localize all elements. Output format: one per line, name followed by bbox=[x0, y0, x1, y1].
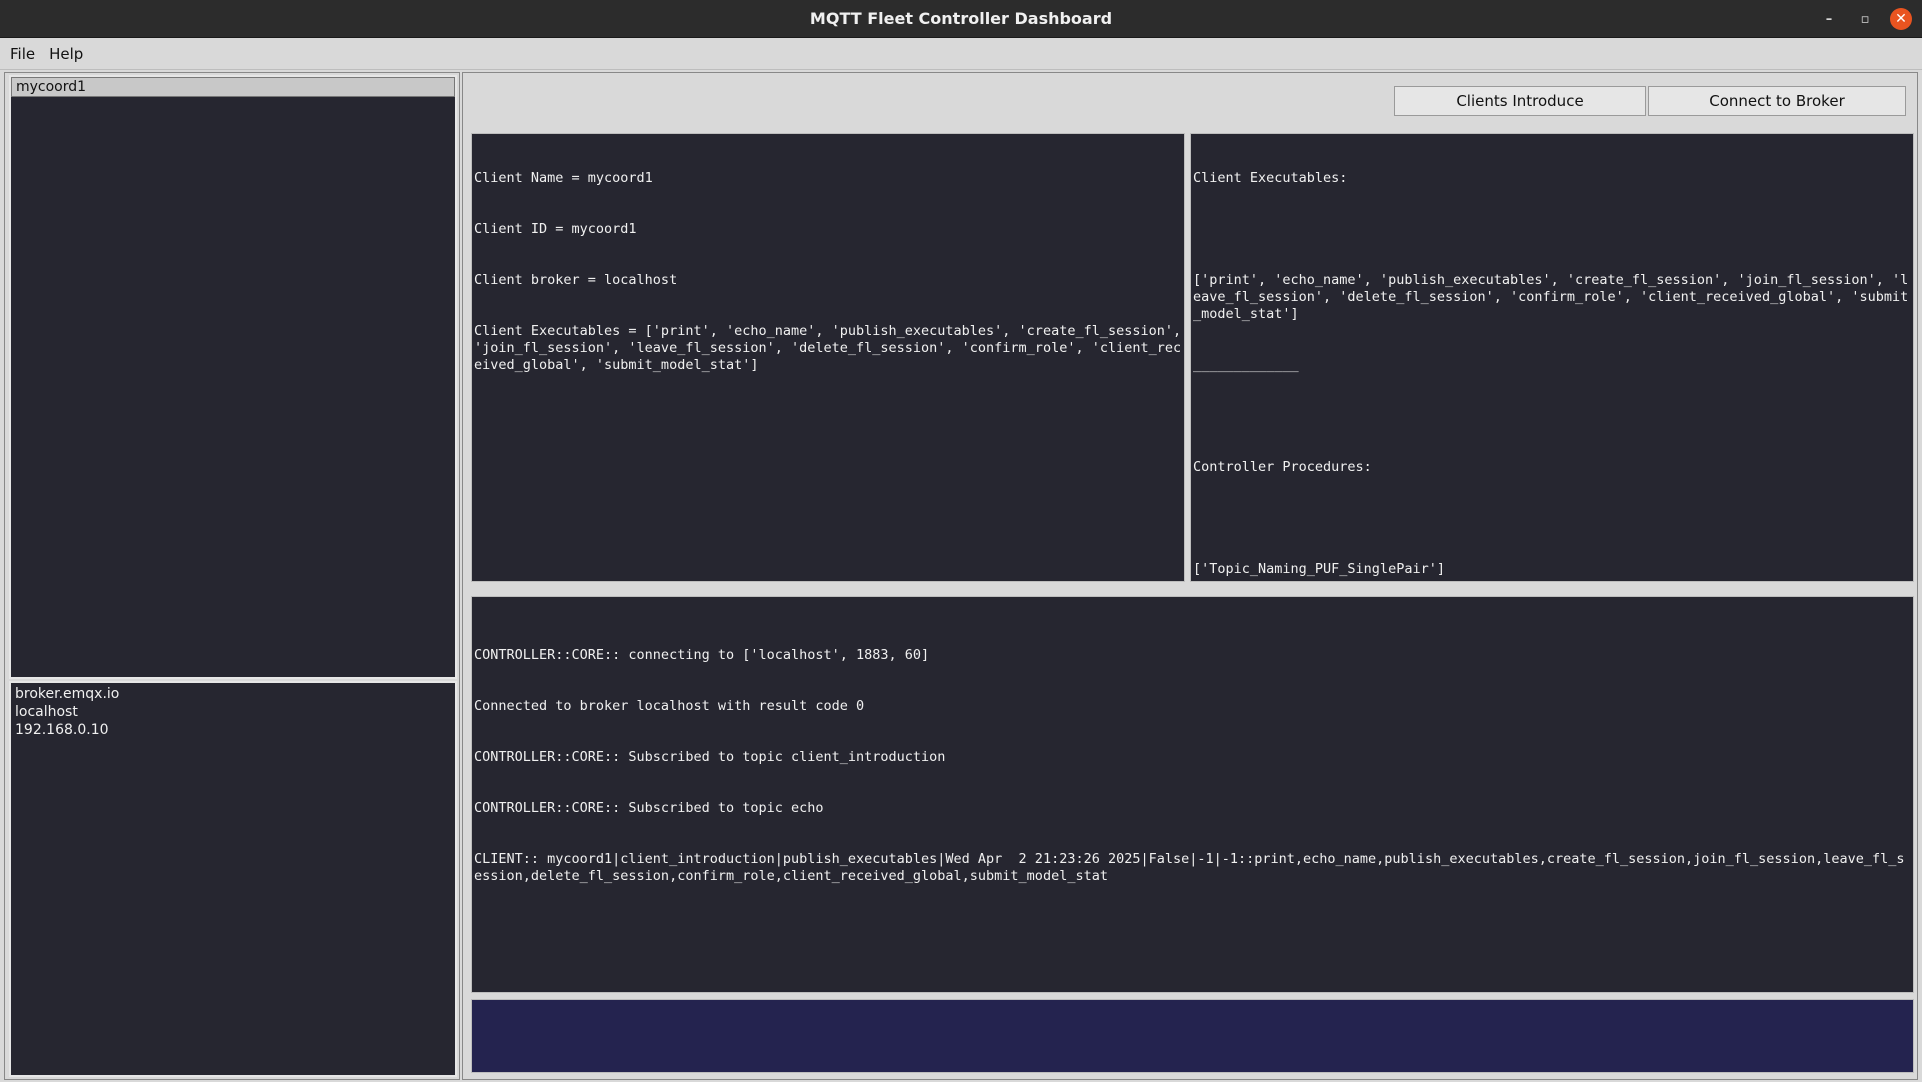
client-list-item[interactable]: mycoord1 bbox=[11, 77, 455, 97]
log-line: CLIENT:: mycoord1|client_introduction|pu… bbox=[474, 851, 1905, 884]
right-panel: Clients Introduce Connect to Broker Clie… bbox=[462, 72, 1918, 1080]
client-name-line: Client Name = mycoord1 bbox=[474, 170, 653, 186]
window-controls: – ▫ ✕ bbox=[1818, 0, 1912, 38]
menu-help[interactable]: Help bbox=[43, 41, 89, 67]
procedures-heading: Controller Procedures: bbox=[1193, 459, 1372, 475]
log-line: CONTROLLER::CORE:: connecting to ['local… bbox=[474, 647, 930, 663]
command-input[interactable] bbox=[471, 999, 1914, 1073]
connect-broker-button[interactable]: Connect to Broker bbox=[1648, 86, 1906, 116]
clients-introduce-button[interactable]: Clients Introduce bbox=[1394, 86, 1646, 116]
log-line: CONTROLLER::CORE:: Subscribed to topic e… bbox=[474, 800, 824, 816]
log-line: Connected to broker localhost with resul… bbox=[474, 698, 865, 714]
log-line: CONTROLLER::CORE:: Subscribed to topic c… bbox=[474, 749, 946, 765]
broker-list-item[interactable]: localhost bbox=[11, 703, 455, 721]
separator-line: _____________ bbox=[1193, 357, 1299, 373]
broker-listbox[interactable]: broker.emqx.io localhost 192.168.0.10 bbox=[9, 681, 457, 1077]
menu-file[interactable]: File bbox=[4, 41, 41, 67]
client-broker-line: Client broker = localhost bbox=[474, 272, 678, 288]
client-listbox[interactable]: mycoord1 bbox=[9, 75, 457, 679]
left-panel: mycoord1 broker.emqx.io localhost 192.16… bbox=[4, 72, 460, 1080]
broker-list-item[interactable]: broker.emqx.io bbox=[11, 685, 455, 703]
executables-panel[interactable]: Client Executables: ['print', 'echo_name… bbox=[1190, 133, 1914, 582]
client-id-line: Client ID = mycoord1 bbox=[474, 221, 637, 237]
window-titlebar[interactable]: MQTT Fleet Controller Dashboard – ▫ ✕ bbox=[0, 0, 1922, 38]
client-executables-line: Client Executables = ['print', 'echo_nam… bbox=[474, 323, 1182, 373]
maximize-icon[interactable]: ▫ bbox=[1854, 8, 1876, 30]
executables-heading: Client Executables: bbox=[1193, 170, 1348, 186]
broker-list-item[interactable]: 192.168.0.10 bbox=[11, 721, 455, 739]
log-output[interactable]: CONTROLLER::CORE:: connecting to ['local… bbox=[471, 596, 1914, 993]
window-title: MQTT Fleet Controller Dashboard bbox=[809, 9, 1113, 28]
close-icon[interactable]: ✕ bbox=[1890, 8, 1912, 30]
minimize-icon[interactable]: – bbox=[1818, 8, 1840, 30]
procedures-value: ['Topic_Naming_PUF_SinglePair'] bbox=[1193, 561, 1445, 577]
executables-value: ['print', 'echo_name', 'publish_executab… bbox=[1193, 272, 1909, 322]
menu-bar: File Help bbox=[0, 38, 1922, 70]
client-info-panel[interactable]: Client Name = mycoord1 Client ID = mycoo… bbox=[471, 133, 1185, 582]
